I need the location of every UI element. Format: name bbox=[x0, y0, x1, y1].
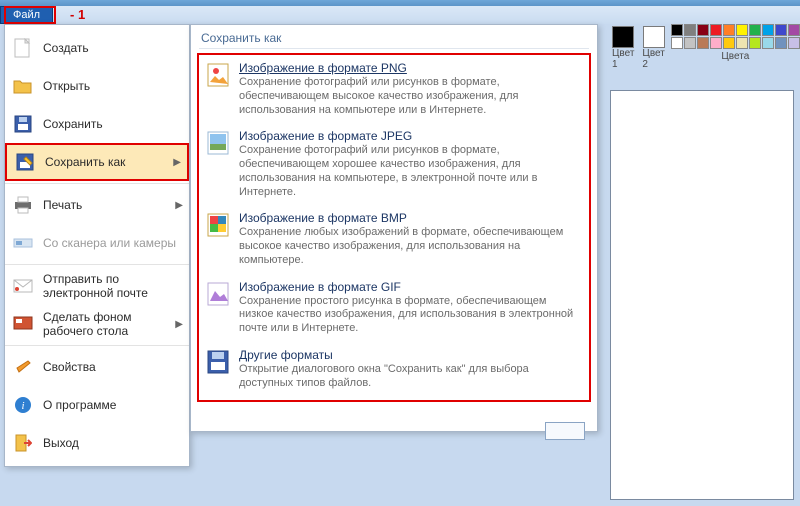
menu-label: Печать bbox=[43, 198, 171, 212]
canvas[interactable] bbox=[610, 90, 794, 500]
menu-label: О программе bbox=[43, 398, 183, 412]
menu-label: Отправить по электронной почте bbox=[43, 272, 183, 300]
submenu-list: Изображение в формате PNG Сохранение фот… bbox=[197, 53, 591, 402]
palette-swatch[interactable] bbox=[723, 37, 735, 49]
jpeg-file-icon bbox=[205, 129, 233, 157]
submenu-label: Изображение в формате BMP bbox=[239, 211, 583, 225]
menu-item-save-as[interactable]: Сохранить как ▶ bbox=[5, 143, 189, 181]
chevron-right-icon: ▶ bbox=[173, 157, 181, 168]
save-as-submenu: Сохранить как Изображение в формате PNG … bbox=[190, 24, 598, 432]
menu-item-email[interactable]: Отправить по электронной почте bbox=[5, 267, 189, 305]
menu-label: Выход bbox=[43, 436, 183, 450]
file-tab[interactable]: Файл bbox=[0, 6, 53, 24]
submenu-label: Изображение в формате GIF bbox=[239, 280, 583, 294]
submenu-item-jpeg[interactable]: Изображение в формате JPEG Сохранение фо… bbox=[201, 125, 587, 207]
color-palette[interactable] bbox=[671, 24, 800, 49]
menu-item-properties[interactable]: Свойства bbox=[5, 348, 189, 386]
palette-swatch[interactable] bbox=[788, 24, 800, 36]
menu-item-exit[interactable]: Выход bbox=[5, 424, 189, 462]
color2-swatch bbox=[643, 26, 665, 48]
submenu-item-png[interactable]: Изображение в формате PNG Сохранение фот… bbox=[201, 57, 587, 125]
palette-swatch[interactable] bbox=[749, 37, 761, 49]
submenu-item-gif[interactable]: Изображение в формате GIF Сохранение про… bbox=[201, 276, 587, 344]
menu-separator bbox=[5, 345, 189, 346]
svg-text:i: i bbox=[21, 400, 24, 412]
submenu-item-other[interactable]: Другие форматы Открытие диалогового окна… bbox=[201, 344, 587, 399]
menu-item-wallpaper[interactable]: Сделать фоном рабочего стола ▶ bbox=[5, 305, 189, 343]
gif-file-icon bbox=[205, 280, 233, 308]
palette-swatch[interactable] bbox=[775, 37, 787, 49]
tooltip-stub bbox=[545, 422, 585, 440]
menu-item-about[interactable]: i О программе bbox=[5, 386, 189, 424]
color2-label: Цвет 2 bbox=[642, 48, 664, 70]
menu-label: Со сканера или камеры bbox=[43, 236, 183, 250]
color1-label: Цвет 1 bbox=[612, 48, 634, 70]
menu-label: Сохранить как bbox=[45, 155, 169, 169]
ribbon-tabs: Файл bbox=[0, 6, 800, 24]
submenu-desc: Сохранение простого рисунка в формате, о… bbox=[239, 295, 583, 336]
menu-label: Свойства bbox=[43, 360, 183, 374]
palette-swatch[interactable] bbox=[736, 37, 748, 49]
colors-panel: Цвет 1 Цвет 2 Цвета bbox=[610, 24, 792, 72]
submenu-desc: Открытие диалогового окна "Сохранить как… bbox=[239, 363, 583, 391]
palette-swatch[interactable] bbox=[762, 37, 774, 49]
annotation-1: - 1 bbox=[70, 7, 85, 22]
color-well-1[interactable]: Цвет 1 bbox=[610, 24, 636, 72]
palette-swatch[interactable] bbox=[697, 37, 709, 49]
menu-separator bbox=[5, 264, 189, 265]
menu-label: Создать bbox=[43, 41, 183, 55]
printer-icon bbox=[11, 194, 35, 216]
submenu-item-bmp[interactable]: Изображение в формате BMP Сохранение люб… bbox=[201, 207, 587, 275]
color1-swatch bbox=[612, 26, 634, 48]
menu-label: Сделать фоном рабочего стола bbox=[43, 310, 171, 338]
menu-label: Сохранить bbox=[43, 117, 183, 131]
palette-swatch[interactable] bbox=[671, 24, 683, 36]
submenu-label: Другие форматы bbox=[239, 348, 583, 362]
palette-swatch[interactable] bbox=[762, 24, 774, 36]
chevron-right-icon: ▶ bbox=[175, 200, 183, 211]
palette-swatch[interactable] bbox=[749, 24, 761, 36]
palette-swatch[interactable] bbox=[671, 37, 683, 49]
palette-swatch[interactable] bbox=[710, 24, 722, 36]
menu-item-open[interactable]: Открыть bbox=[5, 67, 189, 105]
submenu-desc: Сохранение фотографий или рисунков в фор… bbox=[239, 76, 583, 117]
save-dialog-icon bbox=[205, 348, 233, 376]
palette-swatch[interactable] bbox=[723, 24, 735, 36]
palette-swatch[interactable] bbox=[697, 24, 709, 36]
palette-swatch[interactable] bbox=[736, 24, 748, 36]
palette-swatch[interactable] bbox=[788, 37, 800, 49]
scanner-icon bbox=[11, 232, 35, 254]
palette-swatch[interactable] bbox=[775, 24, 787, 36]
menu-label: Открыть bbox=[43, 79, 183, 93]
email-icon bbox=[11, 275, 35, 297]
submenu-label: Изображение в формате PNG bbox=[239, 61, 583, 75]
save-icon bbox=[11, 113, 35, 135]
png-file-icon bbox=[205, 61, 233, 89]
palette-swatch[interactable] bbox=[710, 37, 722, 49]
menu-separator bbox=[5, 183, 189, 184]
color-well-2[interactable]: Цвет 2 bbox=[640, 24, 666, 72]
menu-item-save[interactable]: Сохранить bbox=[5, 105, 189, 143]
chevron-right-icon: ▶ bbox=[175, 319, 183, 330]
menu-item-print[interactable]: Печать ▶ bbox=[5, 186, 189, 224]
info-icon: i bbox=[11, 394, 35, 416]
divider bbox=[199, 48, 589, 49]
submenu-title: Сохранить как bbox=[191, 25, 597, 48]
menu-item-scanner: Со сканера или камеры bbox=[5, 224, 189, 262]
palette-swatch[interactable] bbox=[684, 37, 696, 49]
open-folder-icon bbox=[11, 75, 35, 97]
desktop-icon bbox=[11, 313, 35, 335]
bmp-file-icon bbox=[205, 211, 233, 239]
menu-item-create[interactable]: Создать bbox=[5, 29, 189, 67]
submenu-desc: Сохранение фотографий или рисунков в фор… bbox=[239, 144, 583, 199]
properties-icon bbox=[11, 356, 35, 378]
file-menu: Создать Открыть Сохранить Сохранить как … bbox=[4, 24, 190, 467]
submenu-desc: Сохранение любых изображений в формате, … bbox=[239, 226, 583, 267]
save-as-icon bbox=[13, 151, 37, 173]
submenu-label: Изображение в формате JPEG bbox=[239, 129, 583, 143]
exit-icon bbox=[11, 432, 35, 454]
palette-swatch[interactable] bbox=[684, 24, 696, 36]
palette-label: Цвета bbox=[721, 51, 749, 62]
new-file-icon bbox=[11, 37, 35, 59]
